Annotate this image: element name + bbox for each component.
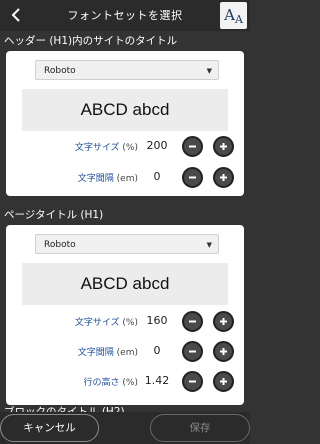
section-title-site-title: ヘッダー (H1)内のサイトのタイトル <box>4 35 178 47</box>
plus-button[interactable] <box>213 167 234 188</box>
card-site-title: Roboto ▼ ABCD abcd 文字サイズ (%) 200 文字間隔 (e… <box>6 51 244 196</box>
font-select[interactable]: Roboto ▼ <box>35 234 219 254</box>
minus-button[interactable] <box>182 167 203 188</box>
plus-button[interactable] <box>213 136 234 157</box>
plus-button[interactable] <box>213 311 234 332</box>
save-button[interactable]: 保存 <box>150 414 250 442</box>
bottom-bar: キャンセル 保存 <box>0 412 250 444</box>
minus-button[interactable] <box>182 371 203 392</box>
minus-button[interactable] <box>182 136 203 157</box>
row-letter-spacing: 文字間隔 (em) 0 <box>6 340 244 364</box>
section-title-page-title: ページタイトル (H1) <box>4 209 104 221</box>
page-title: フォントセットを選択 <box>67 9 183 22</box>
font-preview: ABCD abcd <box>22 263 228 305</box>
line-height-value: 1.42 <box>144 374 170 387</box>
triangle-down-icon: ▼ <box>206 241 212 249</box>
letter-spacing-value: 0 <box>153 170 161 183</box>
top-bar: フォントセットを選択 AA <box>0 0 250 31</box>
font-size-value: 200 <box>146 139 168 152</box>
letter-spacing-value: 0 <box>153 344 161 357</box>
plus-button[interactable] <box>213 341 234 362</box>
card-page-title: Roboto ▼ ABCD abcd 文字サイズ (%) 160 文字間隔 (e… <box>6 225 244 405</box>
row-letter-spacing: 文字間隔 (em) 0 <box>6 166 244 190</box>
font-size-value: 160 <box>146 314 168 327</box>
font-select[interactable]: Roboto ▼ <box>35 60 219 80</box>
font-preview: ABCD abcd <box>22 89 228 131</box>
row-font-size: 文字サイズ (%) 200 <box>6 135 244 159</box>
row-line-height: 行の高さ (%) 1.42 <box>6 370 244 394</box>
row-font-size: 文字サイズ (%) 160 <box>6 310 244 334</box>
plus-button[interactable] <box>213 371 234 392</box>
cancel-button[interactable]: キャンセル <box>0 414 99 442</box>
triangle-down-icon: ▼ <box>206 67 212 75</box>
font-logo-icon: AA <box>220 2 247 29</box>
minus-button[interactable] <box>182 311 203 332</box>
minus-button[interactable] <box>182 341 203 362</box>
